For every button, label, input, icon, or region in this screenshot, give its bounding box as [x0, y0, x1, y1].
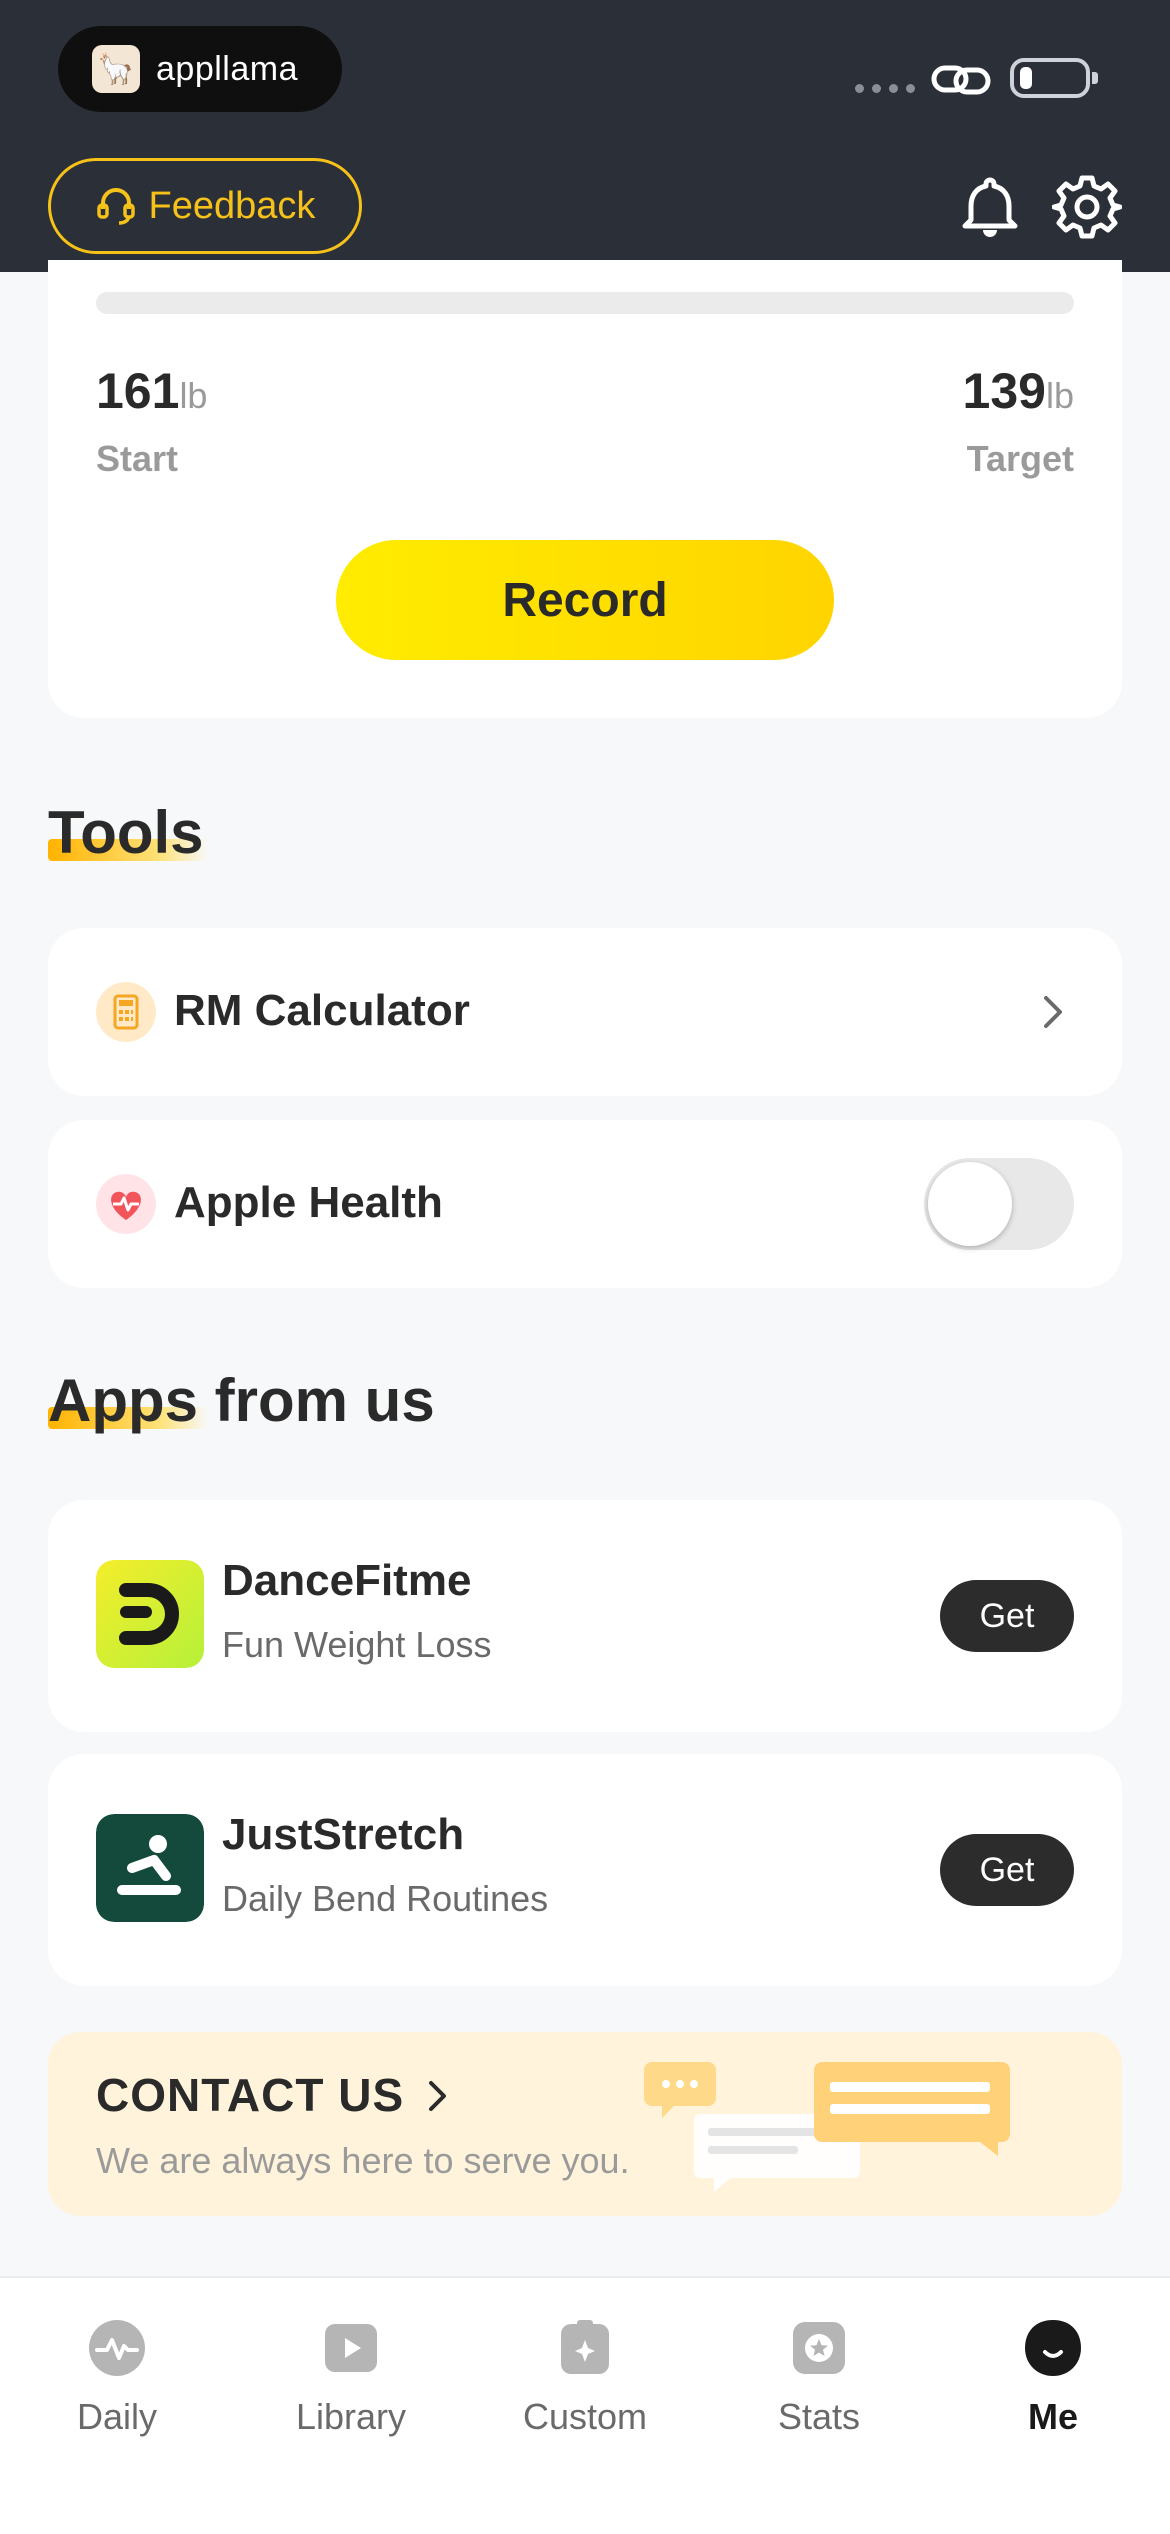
juststretch-desc: Daily Bend Routines: [222, 1878, 549, 1919]
bell-icon[interactable]: [955, 172, 1025, 242]
link-icon: [931, 65, 991, 95]
apple-health-row: Apple Health: [48, 1120, 1122, 1288]
target-label: Target: [966, 438, 1074, 479]
dancefitme-desc: Fun Weight Loss: [222, 1624, 492, 1665]
apple-health-label: Apple Health: [174, 1178, 443, 1227]
clipboard-sparkle-icon: [561, 2320, 609, 2374]
headset-icon: [96, 188, 135, 225]
weight-card: 161lb 139lb Start Target Record: [48, 260, 1122, 718]
dancefitme-name: DanceFitme: [222, 1556, 472, 1605]
top-bar: 🦙 appllama Feedback: [0, 0, 1170, 272]
juststretch-name: JustStretch: [222, 1810, 465, 1859]
tab-stats[interactable]: Stats: [702, 2318, 936, 2438]
apple-health-toggle[interactable]: [924, 1158, 1074, 1250]
dancefitme-card[interactable]: DanceFitme Fun Weight Loss Get: [48, 1500, 1122, 1732]
feedback-label: Feedback: [148, 184, 316, 227]
chevron-right-icon: [428, 2081, 446, 2111]
start-label: Start: [96, 438, 179, 479]
heart-health-icon: [96, 1174, 156, 1234]
start-weight: 161lb: [96, 363, 208, 419]
profile-icon: [1025, 2320, 1081, 2376]
rm-calculator-label: RM Calculator: [174, 986, 470, 1035]
record-button[interactable]: Record: [336, 540, 834, 660]
juststretch-card[interactable]: JustStretch Daily Bend Routines Get: [48, 1754, 1122, 1986]
tab-daily[interactable]: Daily: [0, 2318, 234, 2438]
feedback-button[interactable]: Feedback: [48, 158, 362, 254]
signal-dots-icon: [855, 84, 915, 93]
pulse-icon: [89, 2320, 145, 2376]
llama-logo-icon: 🦙: [92, 45, 140, 93]
weight-progress-bar: [96, 292, 1074, 314]
apps-section-title: Apps from us: [48, 1367, 435, 1434]
contact-subtitle: We are always here to serve you.: [96, 2140, 630, 2181]
rm-calculator-row[interactable]: RM Calculator: [48, 928, 1122, 1096]
contact-title: CONTACT US: [96, 2068, 450, 2122]
gear-icon[interactable]: [1052, 172, 1122, 242]
dancefitme-app-icon: [96, 1560, 204, 1668]
tab-me[interactable]: Me: [936, 2318, 1170, 2438]
chevron-right-icon: [1044, 996, 1062, 1028]
brand-pill[interactable]: 🦙 appllama: [58, 26, 342, 112]
tab-library[interactable]: Library: [234, 2318, 468, 2438]
tab-custom[interactable]: Custom: [468, 2318, 702, 2438]
contact-us-card[interactable]: CONTACT US We are always here to serve y…: [48, 2032, 1122, 2216]
dancefitme-get-button[interactable]: Get: [940, 1580, 1074, 1652]
star-badge-icon: [793, 2322, 845, 2374]
bottom-tab-bar: Daily Library Custom Stats Me: [0, 2276, 1170, 2534]
calculator-icon: [96, 982, 156, 1042]
chat-bubbles-icon: [644, 2062, 1010, 2192]
tools-section-title: Tools: [48, 798, 208, 867]
juststretch-get-button[interactable]: Get: [940, 1834, 1074, 1906]
battery-icon: [1010, 58, 1098, 98]
play-icon: [325, 2324, 377, 2372]
target-weight: 139lb: [962, 363, 1074, 419]
brand-name: appllama: [156, 49, 298, 88]
juststretch-app-icon: [96, 1814, 204, 1922]
